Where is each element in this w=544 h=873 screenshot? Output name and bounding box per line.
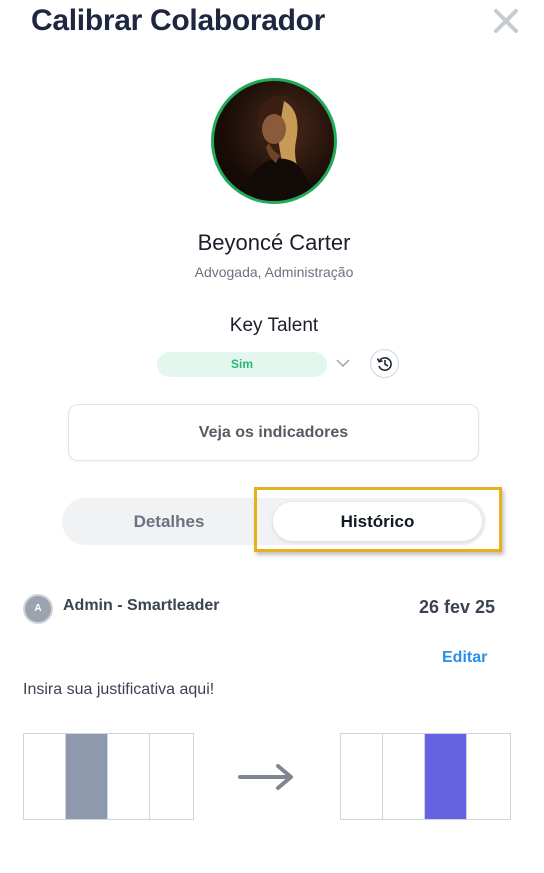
justification-text: Insira sua justificativa aqui!	[23, 681, 215, 698]
modal-title: Calibrar Colaborador	[31, 4, 326, 37]
edit-link[interactable]: Editar	[442, 649, 487, 667]
employee-role: Advogada, Administração	[194, 264, 354, 280]
tab-details[interactable]: Detalhes	[62, 498, 276, 545]
grid-cell	[108, 734, 150, 819]
key-talent-select[interactable]: Sim	[157, 352, 327, 377]
chevron-down-icon[interactable]	[336, 358, 350, 368]
key-talent-label: Key Talent	[229, 315, 319, 336]
grid-cell	[383, 734, 425, 819]
after-grid	[340, 733, 511, 820]
grid-cell-selected	[66, 734, 108, 819]
grid-cell	[341, 734, 383, 819]
entry-date: 26 fev 25	[419, 597, 496, 617]
author-avatar: A	[23, 594, 53, 624]
before-grid	[23, 733, 194, 820]
employee-name: Beyoncé Carter	[197, 230, 351, 255]
tab-history[interactable]: Histórico	[273, 502, 482, 541]
close-icon[interactable]	[490, 5, 522, 37]
avatar	[211, 78, 337, 204]
grid-cell	[150, 734, 192, 819]
view-indicators-button[interactable]: Veja os indicadores	[68, 404, 479, 461]
grid-cell	[24, 734, 66, 819]
history-button[interactable]	[370, 349, 399, 378]
author-name: Admin - Smartleader	[63, 597, 220, 614]
history-icon	[376, 356, 392, 371]
grid-cell	[467, 734, 509, 819]
grid-cell-selected	[425, 734, 467, 819]
arrow-right-icon	[238, 764, 293, 790]
portrait-image	[244, 95, 314, 201]
